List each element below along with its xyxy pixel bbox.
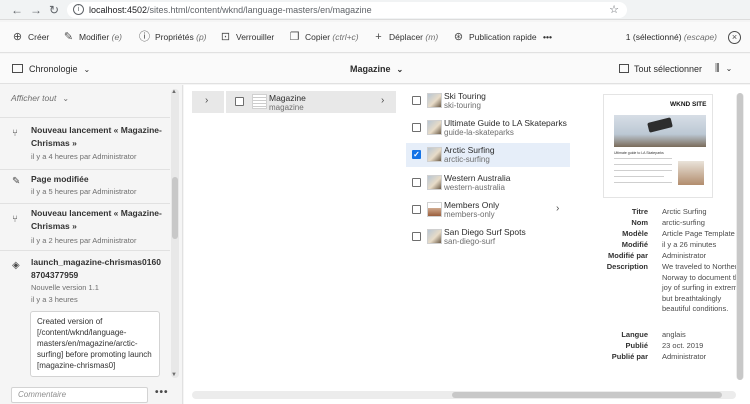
- rail-icon: [12, 64, 23, 74]
- bookmark-star-icon[interactable]: ☆: [609, 3, 619, 16]
- forward-icon[interactable]: →: [29, 3, 43, 17]
- view-bar: Chronologie ⌄ Magazine ⌄ Tout sélectionner…: [0, 54, 750, 84]
- property-title: Titre Arctic Surfing: [631, 207, 707, 216]
- move-plus-icon: +: [375, 31, 382, 43]
- timeline-rail: Afficher tout ⌄ ⑂ Nouveau lancement « Mag…: [0, 85, 183, 404]
- page-thumbnail: [427, 120, 442, 135]
- timeline-entry[interactable]: ⑂ Nouveau lancement « Magazine-Chrismas …: [0, 203, 170, 249]
- page-preview-thumbnail: WKND SITE Ultimate guide to LA Skatepark…: [603, 94, 713, 198]
- selection-count: 1 (sélectionné) (escape): [625, 32, 717, 42]
- column-view: › Magazine magazine › Ski Touring ski-to…: [184, 85, 750, 404]
- row-checkbox[interactable]: [412, 96, 421, 105]
- row-checkbox[interactable]: [412, 123, 421, 132]
- page-thumbnail: [427, 202, 442, 217]
- address-bar[interactable]: i localhost:4502/sites.html/content/wknd…: [67, 2, 627, 18]
- property-published: Publié 23 oct. 2019: [625, 341, 704, 350]
- rail-scrollbar[interactable]: [171, 89, 179, 378]
- scroll-up-icon[interactable]: ▲: [171, 89, 177, 95]
- chevron-right-icon: ›: [556, 203, 560, 214]
- lock-icon: ⊡: [220, 31, 231, 43]
- page-thumbnail: [427, 229, 442, 244]
- breadcrumb[interactable]: Magazine ⌄: [350, 54, 403, 84]
- property-language: Langue anglais: [621, 330, 686, 339]
- layers-icon: ◈: [12, 260, 20, 271]
- list-item[interactable]: Western Australia western-australia: [406, 171, 570, 195]
- chevron-down-icon: ⌄: [83, 65, 91, 74]
- pencil-icon: ✎: [63, 31, 74, 43]
- browser-toolbar: ← → ↻ i localhost:4502/sites.html/conten…: [0, 0, 750, 20]
- copy-icon: ❐: [289, 31, 300, 43]
- info-icon[interactable]: i: [73, 4, 84, 15]
- list-item[interactable]: Ski Touring ski-touring: [406, 89, 570, 113]
- preview-hero-image: [614, 115, 706, 147]
- version-comment: Created version of [/content/wknd/langua…: [30, 311, 160, 377]
- select-all-icon: [619, 64, 629, 74]
- launch-icon: ⑂: [12, 214, 18, 225]
- timeline-entry[interactable]: ⑂ Nouveau lancement « Magazine-Chrismas …: [0, 117, 170, 163]
- globe-icon: ⊛: [453, 31, 464, 43]
- view-switcher[interactable]: ⫼ ⌄: [715, 54, 732, 84]
- property-modified: Modifié il y a 26 minutes: [621, 240, 717, 249]
- url-text[interactable]: localhost:4502/sites.html/content/wknd/l…: [89, 5, 372, 15]
- properties-button[interactable]: ⓘ Propriétés (p): [139, 22, 207, 53]
- move-button[interactable]: + Déplacer (m): [373, 22, 438, 53]
- chevron-right-icon: ›: [205, 95, 209, 106]
- chevron-down-icon: ⌄: [62, 94, 70, 103]
- list-item[interactable]: Ultimate Guide to LA Skateparks guide-la…: [406, 116, 570, 140]
- preview-brand: WKND SITE: [670, 101, 707, 108]
- timeline-filter[interactable]: Afficher tout ⌄: [11, 93, 69, 103]
- property-name: Nom arctic-surfing: [631, 218, 705, 227]
- folder-checkbox[interactable]: [235, 97, 244, 106]
- reload-icon[interactable]: ↻: [47, 3, 61, 17]
- preview-scrollbar[interactable]: [736, 93, 744, 380]
- lock-button[interactable]: ⊡ Verrouiller: [220, 22, 274, 53]
- timeline-entry[interactable]: ✎ Page modifiée il y a 5 heures par Admi…: [0, 169, 170, 199]
- scroll-down-icon[interactable]: ▼: [171, 372, 177, 378]
- column-view-icon: ⫼: [715, 63, 720, 74]
- chevron-down-icon: ⌄: [725, 64, 733, 73]
- chevron-right-icon: ›: [381, 95, 385, 106]
- property-published-by: Publié par Administrator: [611, 352, 707, 361]
- more-actions-button[interactable]: •••: [543, 22, 552, 53]
- row-checkbox-checked[interactable]: ✓: [412, 150, 421, 159]
- row-checkbox[interactable]: [412, 205, 421, 214]
- preview-side-image: [678, 161, 704, 185]
- close-selection-icon[interactable]: ×: [728, 31, 741, 44]
- timeline-entry[interactable]: ◈ launch_magazine-chrismas01608704377959…: [0, 250, 170, 310]
- quick-publish-button[interactable]: ⊛ Publication rapide: [453, 22, 537, 53]
- row-checkbox[interactable]: [412, 232, 421, 241]
- list-item[interactable]: San Diego Surf Spots san-diego-surf: [406, 225, 570, 249]
- preview-scroll-thumb[interactable]: [737, 93, 743, 380]
- create-button[interactable]: ⊕ Créer: [12, 22, 49, 53]
- action-bar: ⊕ Créer ✎ Modifier (e) ⓘ Propriétés (p) ⊡ Ve…: [0, 22, 750, 53]
- row-checkbox[interactable]: [412, 178, 421, 187]
- pencil-icon: ✎: [12, 176, 21, 187]
- folder-thumbnail: [252, 94, 267, 109]
- comment-input[interactable]: Commentaire: [11, 387, 148, 403]
- page-thumbnail: [427, 147, 442, 162]
- plus-circle-icon: ⊕: [12, 31, 23, 43]
- info-circle-icon: ⓘ: [139, 31, 150, 43]
- list-item-selected[interactable]: ✓ Arctic Surfing arctic-surfing: [406, 143, 570, 167]
- back-icon[interactable]: ←: [10, 3, 24, 17]
- edit-button[interactable]: ✎ Modifier (e): [63, 22, 122, 53]
- list-item[interactable]: Members Only members-only ›: [406, 198, 570, 222]
- copy-button[interactable]: ❐ Copier (ctrl+c): [289, 22, 359, 53]
- launch-icon: ⑂: [12, 128, 18, 139]
- property-description: Description We traveled to Northern Norwa…: [606, 262, 744, 313]
- rail-toggle-button[interactable]: Chronologie ⌄: [12, 54, 90, 84]
- rail-scroll-thumb[interactable]: [172, 177, 178, 239]
- folder-item[interactable]: Magazine magazine ›: [226, 91, 396, 113]
- horizontal-scrollbar[interactable]: [192, 391, 736, 399]
- chevron-down-icon: ⌄: [396, 65, 404, 74]
- page-thumbnail: [427, 175, 442, 190]
- preview-caption: Ultimate guide to LA Skateparks: [614, 151, 664, 155]
- more-options-icon[interactable]: •••: [155, 387, 169, 398]
- page-thumbnail: [427, 93, 442, 108]
- horizontal-scroll-thumb[interactable]: [452, 392, 722, 398]
- select-all-button[interactable]: Tout sélectionner: [619, 54, 702, 84]
- property-modified-by: Modifié par Administrator: [607, 251, 707, 260]
- property-template: Modèle Article Page Template: [622, 229, 735, 238]
- root-column-item[interactable]: ›: [192, 91, 224, 113]
